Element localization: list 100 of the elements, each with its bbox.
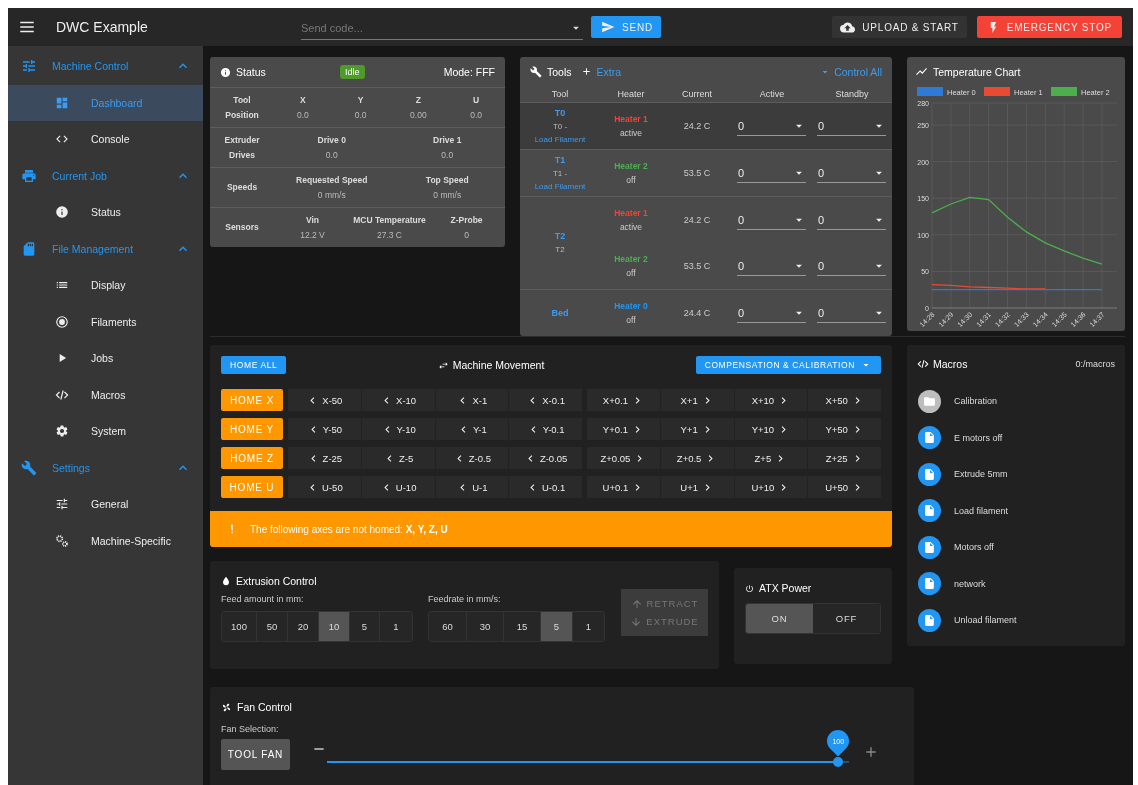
- macro-item[interactable]: E motors off: [954, 432, 1003, 443]
- macro-item[interactable]: Extrude 5mm: [954, 469, 1008, 480]
- sidebar-item[interactable]: Status: [8, 194, 203, 231]
- macro-item[interactable]: Motors off: [954, 542, 994, 553]
- macro-item[interactable]: network: [954, 578, 986, 589]
- sidebar-item[interactable]: Machine-Specific: [8, 522, 203, 559]
- column-heading: Active: [758, 89, 786, 99]
- card-title: Tools: [547, 65, 572, 78]
- field-label: Fan Selection:: [221, 724, 280, 734]
- active-temperature-field[interactable]: 0: [737, 303, 806, 323]
- jog-button[interactable]: Y+0.1: [587, 418, 661, 440]
- value-label: U: [472, 93, 481, 107]
- card-title: Status: [236, 66, 266, 78]
- status-value: 12.2 V: [299, 228, 326, 242]
- sidebar-item[interactable]: System: [8, 413, 203, 450]
- jog-button[interactable]: Z-25: [288, 447, 362, 469]
- send-icon: [601, 20, 615, 34]
- column-heading: Tool: [550, 89, 570, 99]
- status-value: 0: [463, 228, 470, 242]
- wrench-icon: [530, 65, 542, 78]
- sidebar-group-header[interactable]: Settings: [8, 449, 203, 486]
- jog-button[interactable]: X-50: [288, 389, 362, 411]
- tool-fan-button[interactable]: TOOL FAN: [221, 739, 290, 770]
- macro-item[interactable]: Unload filament: [954, 615, 1017, 626]
- standby-temperature-field[interactable]: 0: [817, 116, 886, 136]
- status-badge: Idle: [340, 65, 365, 79]
- tool-name[interactable]: T0: [554, 106, 566, 120]
- gears-icon: [55, 533, 69, 548]
- current-temperature: 53.5 C: [682, 261, 712, 271]
- upload-start-button[interactable]: UPLOAD & START: [832, 16, 967, 38]
- field-label: Feed amount in mm:: [221, 594, 305, 606]
- info-icon: [220, 66, 231, 78]
- value-label: Top Speed: [424, 173, 470, 187]
- file-icon[interactable]: [918, 499, 941, 523]
- standby-temperature-field[interactable]: 0: [817, 163, 886, 183]
- file-icon[interactable]: [918, 535, 941, 559]
- status-value: 0 mm/s: [316, 188, 347, 202]
- sidebar-item[interactable]: General: [8, 486, 203, 523]
- heater-state: off: [626, 267, 636, 280]
- sidebar-group-header[interactable]: Current Job: [8, 157, 203, 194]
- jog-button[interactable]: Y-50: [288, 418, 362, 440]
- standby-temperature-field[interactable]: 0: [817, 256, 886, 276]
- column-heading: Standby: [834, 89, 870, 99]
- macro-item[interactable]: Calibration: [954, 396, 998, 407]
- wrench-icon: [21, 459, 37, 476]
- status-value: 0.0: [469, 108, 484, 122]
- current-temperature: 24.4 C: [682, 308, 712, 318]
- active-temperature-field[interactable]: 0: [737, 116, 806, 136]
- tool-subtitle: T0 - Load Filament: [522, 119, 598, 146]
- radio-target-icon: [55, 314, 69, 329]
- slider-thumb[interactable]: [833, 757, 843, 767]
- jog-button[interactable]: U+0.1: [587, 476, 661, 498]
- card-title: Extrusion Control: [236, 575, 317, 587]
- file-icon[interactable]: [918, 426, 941, 450]
- folder-icon[interactable]: [918, 389, 941, 413]
- sd-card-icon: [21, 240, 37, 257]
- warning-text: The following axes are not homed: X, Y, Z, U: [250, 523, 448, 535]
- value-label: Vin: [304, 213, 321, 227]
- sidebar-item[interactable]: Console: [8, 121, 203, 158]
- card-title: Temperature Chart: [933, 65, 1021, 78]
- sidebar-item[interactable]: Filaments: [8, 303, 203, 340]
- dashboard-icon: [55, 95, 69, 110]
- file-icon[interactable]: [918, 572, 941, 596]
- arrow-down-icon: [630, 615, 643, 628]
- standby-temperature-field[interactable]: 0: [817, 303, 886, 323]
- code-slash-icon: [917, 358, 929, 370]
- folder-path: 0:/macros: [1075, 359, 1115, 369]
- sidebar-group-header[interactable]: File Management: [8, 230, 203, 267]
- sidebar-group-header[interactable]: Machine Control: [8, 48, 203, 85]
- current-temperature: 53.5 C: [682, 168, 712, 178]
- info-icon: [55, 205, 69, 220]
- app-title: DWC Example: [56, 19, 149, 35]
- active-temperature-field[interactable]: 0: [737, 256, 806, 276]
- active-temperature-field[interactable]: 0: [737, 163, 806, 183]
- sidebar-item[interactable]: Display: [8, 267, 203, 304]
- file-icon[interactable]: [918, 608, 941, 632]
- status-value: 0 mm/s: [432, 188, 463, 202]
- value-label: Y: [356, 93, 365, 107]
- card-title: Machine Movement: [452, 359, 545, 371]
- code-input-field[interactable]: Send code...: [301, 21, 569, 34]
- jog-button[interactable]: U-50: [288, 476, 362, 498]
- tool-subtitle: T2: [554, 244, 566, 256]
- value-label: Z-Probe: [449, 213, 484, 227]
- plus-icon[interactable]: [863, 744, 879, 760]
- current-temperature: 24.2 C: [682, 121, 712, 131]
- heater-state: off: [626, 314, 636, 327]
- standby-temperature-field[interactable]: 0: [817, 210, 886, 230]
- status-value: 27.3 C: [375, 228, 403, 242]
- active-temperature-field[interactable]: 0: [737, 210, 806, 230]
- toggle-button[interactable]: ON: [746, 604, 813, 633]
- macro-item[interactable]: Load filament: [954, 505, 1009, 516]
- file-icon[interactable]: [918, 462, 941, 486]
- load-filament-link[interactable]: Load Filament: [522, 132, 598, 146]
- toggle-button[interactable]: OFF: [813, 604, 880, 633]
- sidebar-item[interactable]: Jobs: [8, 340, 203, 377]
- jog-button[interactable]: Z+0.05: [587, 447, 661, 469]
- section-label: Speeds: [225, 181, 259, 194]
- value-label: Drive 1: [432, 133, 463, 147]
- jog-button[interactable]: X+0.1: [587, 389, 661, 411]
- sidebar-item[interactable]: Macros: [8, 376, 203, 413]
